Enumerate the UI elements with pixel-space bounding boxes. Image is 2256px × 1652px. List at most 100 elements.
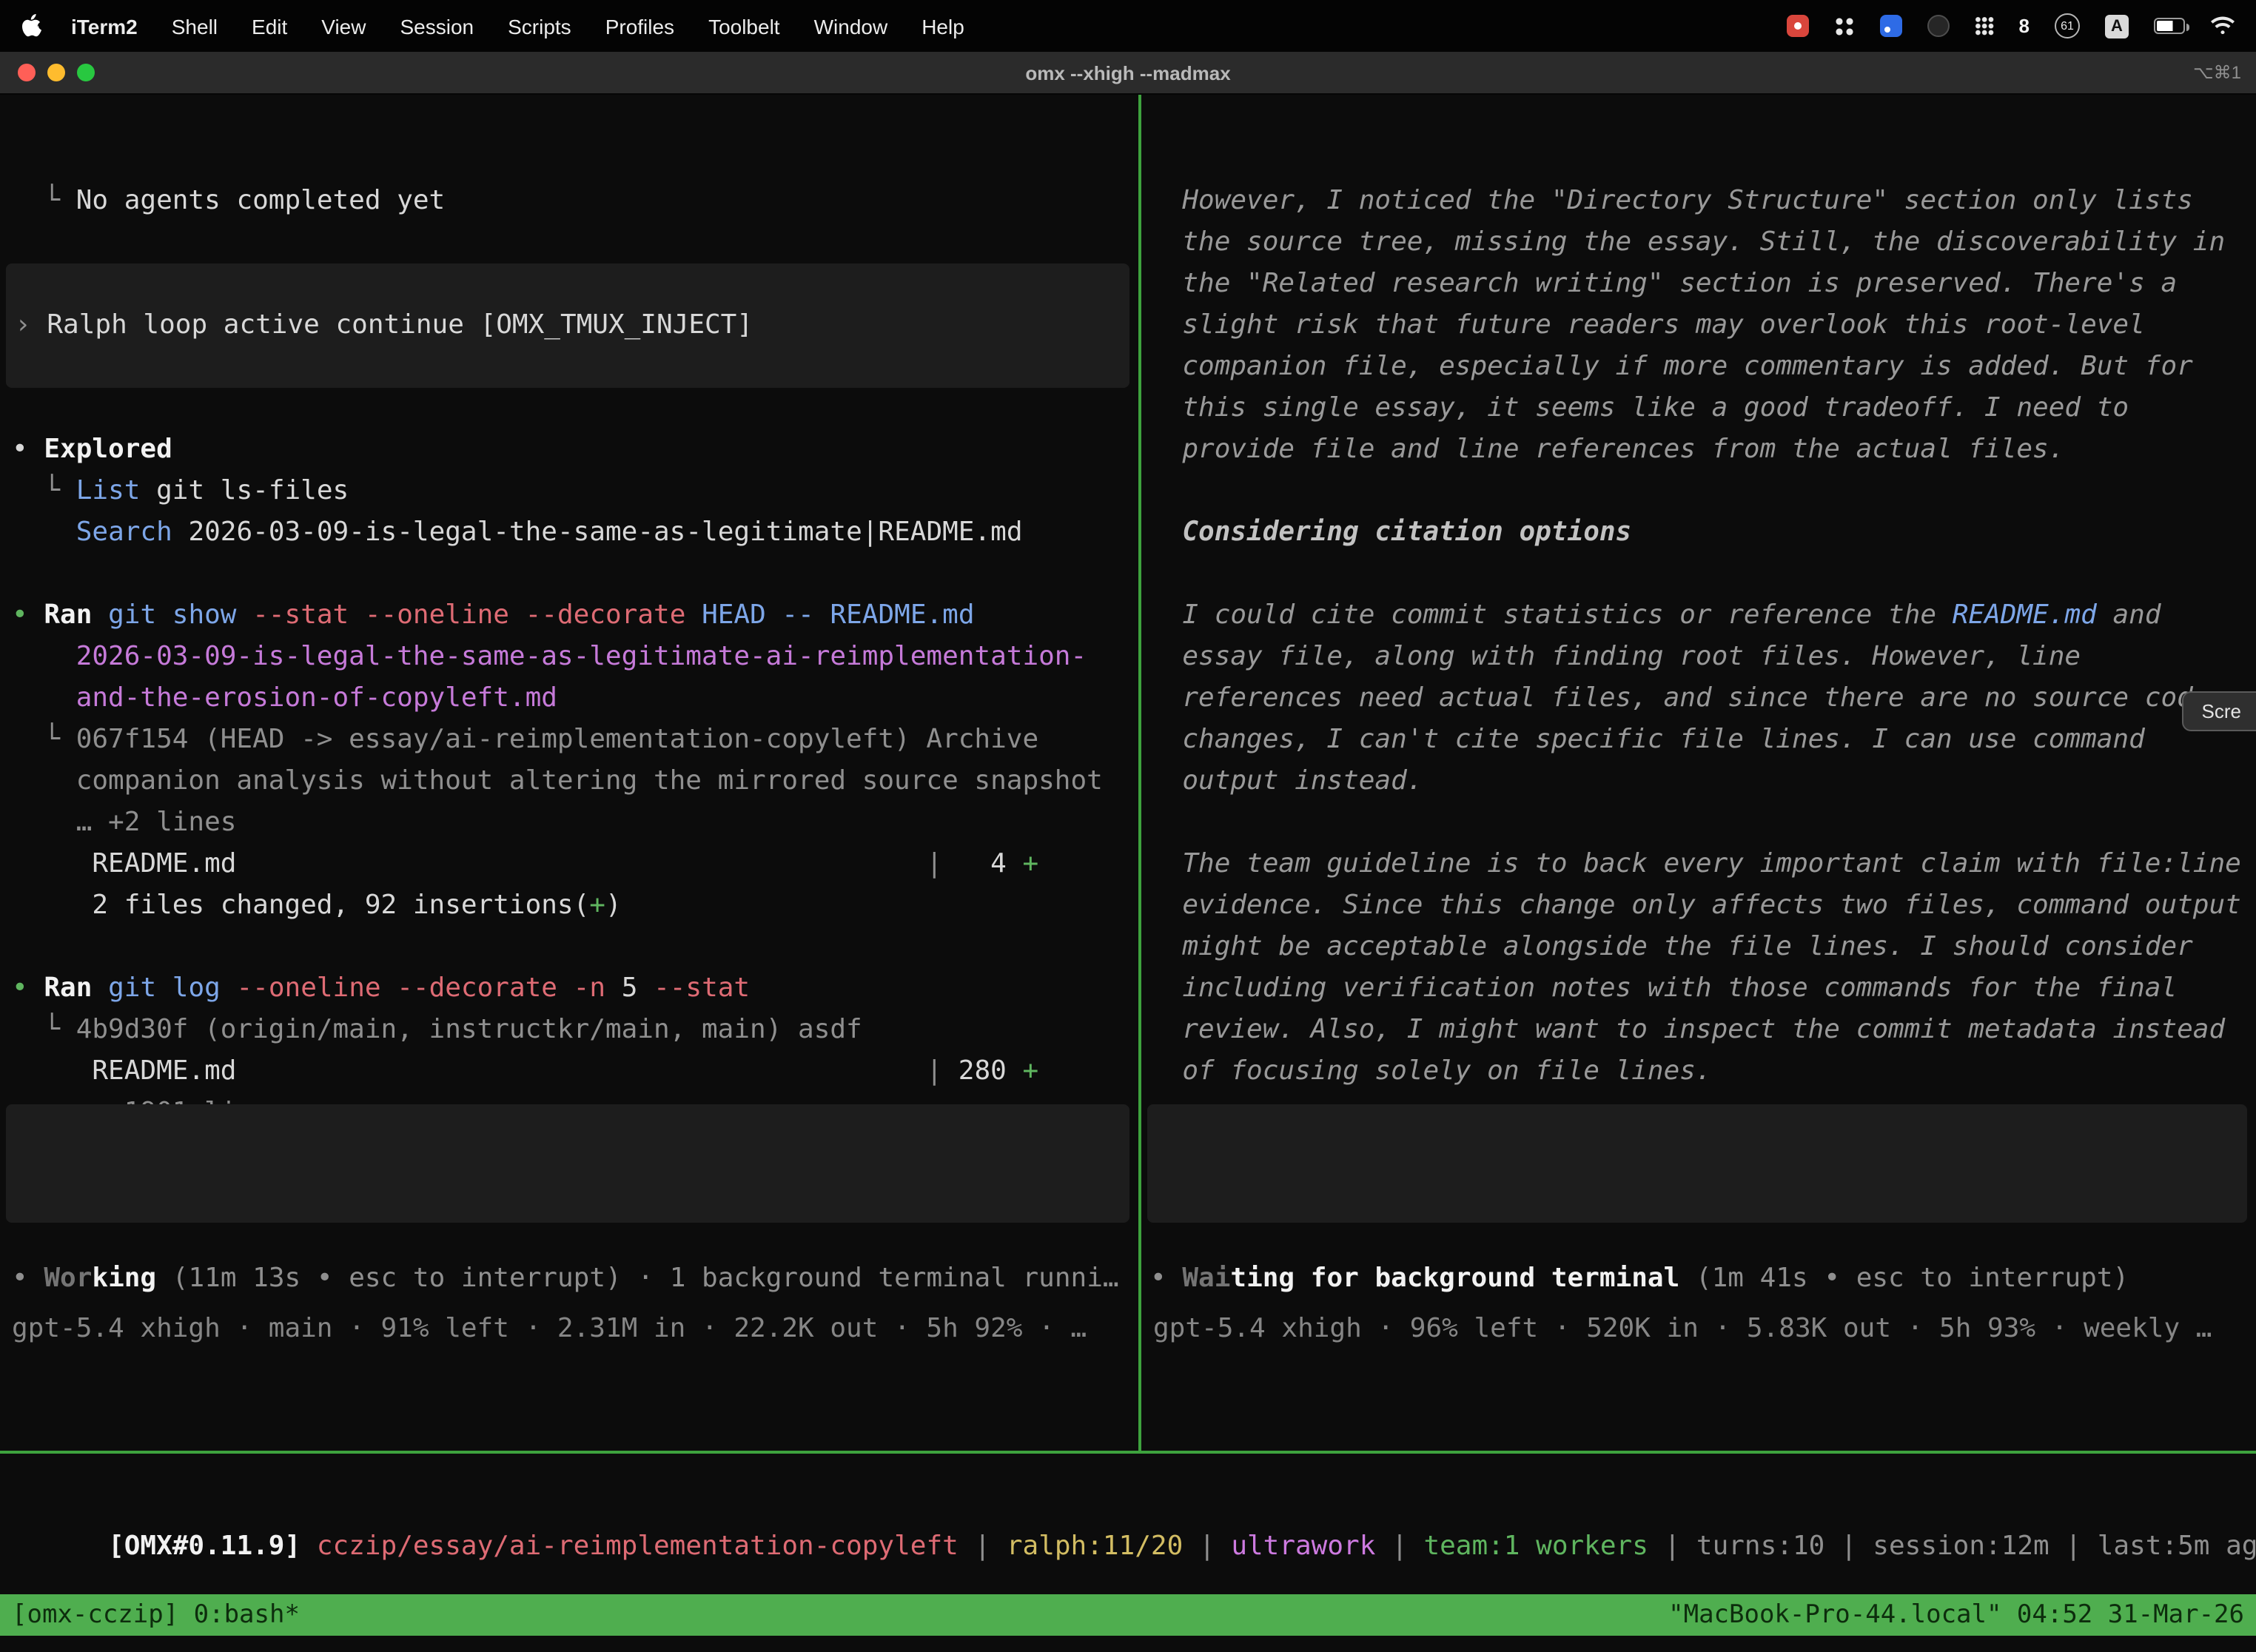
text-segment: | [1183,1531,1231,1562]
terminal-line: the "Related research writing" section i… [1150,263,2256,305]
terminal-line: • Explored [12,429,1138,471]
text-segment: this single essay, it seems like a good … [1150,392,2129,423]
text-segment: Explored [44,434,172,465]
pane-divider-horizontal[interactable] [0,1451,2256,1454]
terminal-blank-line [12,388,1138,429]
app-grid-icon[interactable] [1975,16,1994,36]
ralph-loop-banner: › Ralph loop active continue [OMX_TMUX_I… [6,263,1129,388]
tmux-panes: └ No agents completed yet › Ralph loop ac… [0,95,2256,1451]
close-button[interactable] [18,64,36,81]
menu-bar: iTerm2 Shell Edit View Session Scripts Profile… [0,0,2256,52]
tmux-status-bar: [omx-cczip] 0:bash* "MacBook-Pro-44.loca… [0,1594,2256,1636]
text-segment: evidence. Since this change only affects… [1150,890,2241,921]
text-segment: cczip/essay/ai-reimplementation-copyleft [317,1531,959,1562]
passwords-icon[interactable]: 8 [2019,15,2030,37]
menu-item-scripts[interactable]: Scripts [508,14,571,38]
left-pane-bottom: › Improve documentation in @filename gpt… [0,1021,1138,1433]
zoom-button[interactable] [77,64,95,81]
terminal-line: The team guideline is to back every impo… [1150,844,2256,885]
text-segment: git show [108,600,252,631]
text-segment: provide file and line references from th… [1150,434,2064,465]
text-segment: Considering citation options [1150,517,1631,548]
apple-menu[interactable] [21,13,41,38]
text-segment: Ralph loop active continue [OMX_TMUX_INJ… [47,309,753,340]
gauge-icon[interactable]: 61 [2055,13,2080,38]
menu-item-view[interactable]: View [321,14,366,38]
tmux-session-label: [omx-cczip] 0:bash* [12,1594,300,1636]
text-segment: README.md [1953,600,2097,631]
text-segment: 2026-03-09-is-legal-the-same-as-legitima… [172,517,1023,548]
menu-items: iTerm2 Shell Edit View Session Scripts Profile… [71,14,964,38]
terminal-line: output instead. [1150,761,2256,802]
text-segment: … +2 lines [12,807,236,838]
text-segment: 2 files changed, 92 insertions( [12,890,589,921]
menu-item-iterm2[interactable]: iTerm2 [71,14,138,38]
wifi-icon[interactable] [2210,16,2235,36]
terminal-line: README.md | 4 + [12,844,1138,885]
battery-icon[interactable] [2154,18,2185,34]
terminal-line: slight risk that future readers may over… [1150,305,2256,346]
menu-item-window[interactable]: Window [814,14,888,38]
text-segment: references need actual files, and since … [1150,682,2209,713]
text-segment: git log [108,973,236,1004]
right-pane-bottom: › Improve documentation in @filename gpt… [1141,1021,2256,1433]
text-segment: ) [605,890,622,921]
left-prompt-input[interactable]: › Improve documentation in @filename [6,1104,1129,1223]
terminal-line: └ No agents completed yet [12,181,1138,222]
raycast-icon[interactable] [1880,15,1902,37]
text-segment: HEAD -- README.md [702,600,974,631]
input-source-icon[interactable]: A [2105,14,2129,38]
terminal-line: However, I noticed the "Directory Struct… [1150,181,2256,222]
tmux-host-clock: "MacBook-Pro-44.local" 04:52 31-Mar-26 [1668,1594,2244,1636]
text-segment: | [1375,1531,1423,1562]
text-segment: might be acceptable alongside the file l… [1150,931,2193,962]
terminal-blank-line [1150,802,2256,844]
text-segment: • [12,434,44,465]
terminal-line: companion file, especially if more comme… [1150,346,2256,388]
terminal-line: … +2 lines [12,802,1138,844]
menubar-status-icons: 8 61 A [1787,13,2235,38]
right-prompt-input[interactable]: › Improve documentation in @filename [1147,1104,2247,1223]
terminal-line: changes, I can't cite specific file line… [1150,719,2256,761]
text-segment: › [15,309,47,340]
keyboard-grid-icon[interactable] [1834,16,1855,36]
left-pane[interactable]: └ No agents completed yet › Ralph loop ac… [0,95,1138,1451]
text-segment: team:1 workers [1423,1531,1648,1562]
terminal-line: 2026-03-09-is-legal-the-same-as-legitima… [12,637,1138,678]
terminal-blank-line [12,554,1138,595]
terminal-line: including verification notes with those … [1150,968,2256,1010]
menu-item-edit[interactable]: Edit [252,14,287,38]
omx-status-line: [OMX#0.11.9] cczip/essay/ai-reimplementa… [108,1531,2256,1562]
text-segment: + [1023,848,1039,879]
right-pane[interactable]: However, I noticed the "Directory Struct… [1141,95,2256,1451]
text-segment: └ 067f154 (HEAD -> essay/ai-reimplementa… [12,724,1038,755]
terminal-line: and-the-erosion-of-copyleft.md [12,678,1138,719]
wifi-glyph [2210,16,2235,36]
terminal-line: references need actual files, and since … [1150,678,2256,719]
menu-item-session[interactable]: Session [400,14,474,38]
text-segment: companion file, especially if more comme… [1150,351,2193,382]
text-segment: output instead. [1150,765,1423,796]
menu-item-toolbelt[interactable]: Toolbelt [708,14,780,38]
terminal-line: Search 2026-03-09-is-legal-the-same-as-l… [12,512,1138,554]
text-segment: └ [12,185,76,216]
menu-item-shell[interactable]: Shell [172,14,218,38]
screen-popover[interactable]: Scre [2183,691,2256,731]
text-segment: the "Related research writing" section i… [1150,268,2177,299]
terminal-line: this single essay, it seems like a good … [1150,388,2256,429]
text-segment: ralph:11/20 [1007,1531,1183,1562]
screen-recording-icon[interactable] [1787,15,1809,37]
text-segment: Search [76,517,172,548]
window-title-bar: omx --xhigh --madmax ⌥⌘1 [0,52,2256,95]
window-title: omx --xhigh --madmax [0,61,2256,84]
text-segment: including verification notes with those … [1150,973,2177,1004]
text-segment: I could cite commit statistics or refere… [1150,600,1953,631]
menu-item-profiles[interactable]: Profiles [605,14,674,38]
dark-app-icon[interactable] [1927,15,1950,37]
text-segment: | [926,848,942,879]
minimize-button[interactable] [47,64,65,81]
text-segment: and-the-erosion-of-copyleft.md [12,682,557,713]
menu-item-help[interactable]: Help [921,14,964,38]
text-segment: README.md [12,848,926,879]
left-session-status: gpt-5.4 xhigh · main · 91% left · 2.31M … [12,1309,1138,1350]
